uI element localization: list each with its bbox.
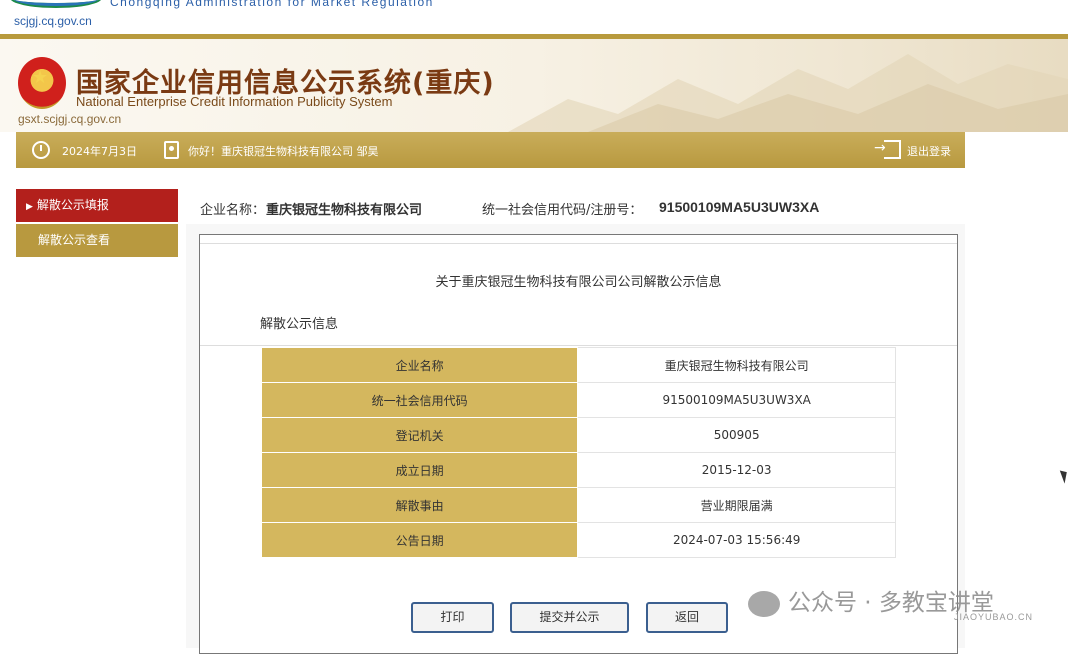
sidebar-item-dissolution-filing[interactable]: ▶ 解散公示填报 <box>16 189 178 222</box>
sidebar-item-label: 解散公示查看 <box>38 233 111 247</box>
credit-code-label: 统一社会信用代码/注册号： <box>482 203 643 218</box>
user-greeting: 你好！重庆银冠生物科技有限公司 邹昊 <box>188 145 379 158</box>
table-row: 登记机关 500905 <box>260 417 896 453</box>
user-icon <box>164 141 179 159</box>
notice-info-table: 企业名称 重庆银冠生物科技有限公司 统一社会信用代码 91500109MA5U3… <box>260 347 896 558</box>
print-button[interactable]: 打印 <box>411 602 494 633</box>
row-key: 解散事由 <box>260 487 579 523</box>
table-row: 公告日期 2024-07-03 15:56:49 <box>260 522 896 558</box>
mountain-landscape-icon <box>508 54 1068 132</box>
sidebar-item-dissolution-view[interactable]: 解散公示查看 <box>16 224 178 257</box>
section-title: 解散公示信息 <box>260 317 339 332</box>
info-bar: 2024年7月3日 你好！重庆银冠生物科技有限公司 邹昊 退出登录 <box>16 132 965 168</box>
row-key: 企业名称 <box>260 347 579 383</box>
notice-title: 关于重庆银冠生物科技有限公司公司解散公示信息 <box>435 275 722 290</box>
caret-right-icon: ▶ <box>26 202 33 212</box>
site-english-name: Chongqing Administration for Market Regu… <box>110 0 434 9</box>
table-row: 成立日期 2015-12-03 <box>260 452 896 488</box>
row-value: 营业期限届满 <box>577 487 896 523</box>
sidebar-item-label: 解散公示填报 <box>36 198 109 212</box>
site-url[interactable]: scjgj.cq.gov.cn <box>14 14 92 28</box>
wechat-icon <box>748 590 780 617</box>
row-value: 重庆银冠生物科技有限公司 <box>577 347 896 383</box>
row-value: 91500109MA5U3UW3XA <box>577 382 896 418</box>
system-url: gsxt.scjgj.cq.gov.cn <box>18 112 122 126</box>
credit-code-value: 91500109MA5U3UW3XA <box>659 199 820 215</box>
row-value: 2015-12-03 <box>577 452 896 488</box>
row-key: 统一社会信用代码 <box>260 382 579 418</box>
company-header: 企业名称： 重庆银冠生物科技有限公司 统一社会信用代码/注册号： 9150010… <box>186 189 965 224</box>
clock-icon <box>32 141 50 159</box>
watermark-subtext: JIAOYUBAO.CN <box>954 612 1034 622</box>
national-emblem-icon: ★ <box>18 57 66 109</box>
company-name-label: 企业名称： <box>200 203 266 218</box>
row-value: 500905 <box>577 417 896 453</box>
top-strip: Chongqing Administration for Market Regu… <box>0 0 1080 34</box>
current-date: 2024年7月3日 <box>62 145 137 158</box>
company-name-value: 重庆银冠生物科技有限公司 <box>266 203 423 218</box>
logout-icon[interactable] <box>874 140 901 159</box>
table-row: 统一社会信用代码 91500109MA5U3UW3XA <box>260 382 896 418</box>
row-key: 成立日期 <box>260 452 579 488</box>
table-row: 企业名称 重庆银冠生物科技有限公司 <box>260 347 896 383</box>
system-title-english: National Enterprise Credit Information P… <box>76 94 393 109</box>
logout-button[interactable]: 退出登录 <box>907 143 951 159</box>
back-button[interactable]: 返回 <box>646 602 728 633</box>
divider <box>200 345 957 346</box>
header-banner: ★ 国家企业信用信息公示系统(重庆) National Enterprise C… <box>0 39 1068 132</box>
divider <box>200 243 957 244</box>
table-row: 解散事由 营业期限届满 <box>260 487 896 523</box>
submit-publish-button[interactable]: 提交并公示 <box>510 602 629 633</box>
mouse-cursor-icon <box>1059 468 1071 484</box>
row-key: 公告日期 <box>260 522 579 558</box>
row-key: 登记机关 <box>260 417 579 453</box>
row-value: 2024-07-03 15:56:49 <box>577 522 896 558</box>
